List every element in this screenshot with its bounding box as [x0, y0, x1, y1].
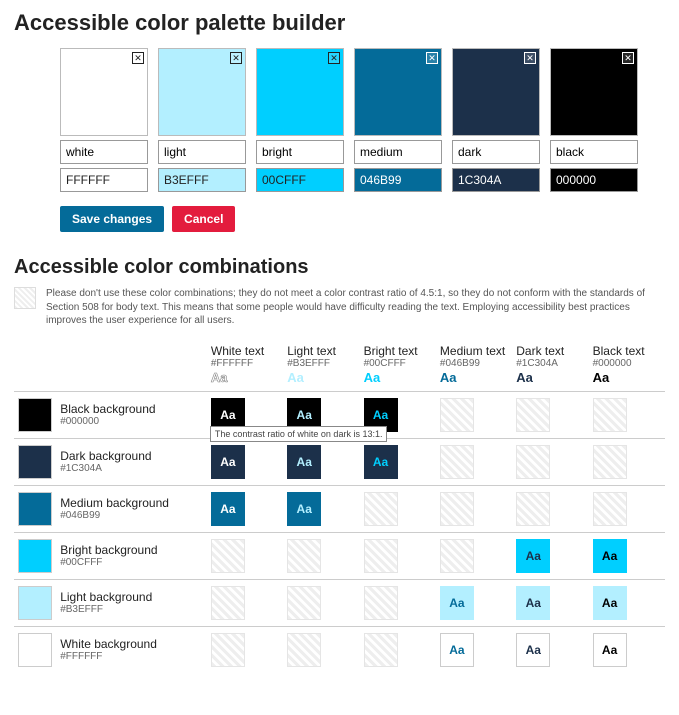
- close-icon[interactable]: ✕: [230, 52, 242, 64]
- combo-cell[interactable]: Aa: [593, 633, 627, 667]
- table-row: White background#FFFFFF Aa Aa Aa: [14, 626, 665, 673]
- combo-na-cell: [364, 633, 398, 667]
- row-swatch: [18, 586, 52, 620]
- combo-cell[interactable]: The contrast ratio of white on dark is 1…: [211, 445, 245, 479]
- swatch-hex-input[interactable]: [256, 168, 344, 192]
- row-swatch: [18, 539, 52, 573]
- swatch-name-input[interactable]: [354, 140, 442, 164]
- close-icon[interactable]: ✕: [426, 52, 438, 64]
- combo-cell[interactable]: Aa: [593, 539, 627, 573]
- table-row: Medium background#046B99AaAa: [14, 485, 665, 532]
- row-label: Dark background#1C304A: [56, 438, 207, 485]
- combo-na-cell: [364, 586, 398, 620]
- combo-cell[interactable]: Aa: [287, 445, 321, 479]
- combo-cell[interactable]: Aa: [440, 586, 474, 620]
- not-applicable-icon: [14, 287, 36, 309]
- combo-na-cell: [364, 539, 398, 573]
- swatch-hex-input[interactable]: [158, 168, 246, 192]
- combo-cell[interactable]: Aa: [593, 586, 627, 620]
- swatch-name-input[interactable]: [550, 140, 638, 164]
- palette-swatch: ✕: [550, 48, 638, 192]
- combo-cell[interactable]: Aa: [364, 445, 398, 479]
- table-row: Dark background#1C304AThe contrast ratio…: [14, 438, 665, 485]
- combo-cell[interactable]: Aa: [440, 633, 474, 667]
- row-label: Bright background#00CFFF: [56, 532, 207, 579]
- swatch-color: ✕: [60, 48, 148, 136]
- contrast-tooltip: The contrast ratio of white on dark is 1…: [210, 426, 388, 442]
- combo-cell[interactable]: Aa: [287, 492, 321, 526]
- swatch-name-input[interactable]: [158, 140, 246, 164]
- column-header: Light text#B3EFFFAa: [283, 338, 359, 392]
- save-button[interactable]: Save changes: [60, 206, 164, 232]
- swatch-hex-input[interactable]: [550, 168, 638, 192]
- combo-na-cell: [211, 539, 245, 573]
- combinations-table: White text#FFFFFFAaLight text#B3EFFFAaBr…: [14, 338, 665, 673]
- column-header: Dark text#1C304AAa: [512, 338, 588, 392]
- combo-na-cell: [440, 492, 474, 526]
- row-label: White background#FFFFFF: [56, 626, 207, 673]
- row-swatch: [18, 398, 52, 432]
- combo-na-cell: [287, 586, 321, 620]
- palette-swatch: ✕: [354, 48, 442, 192]
- swatch-color: ✕: [158, 48, 246, 136]
- column-header: White text#FFFFFFAa: [207, 338, 283, 392]
- palette-swatch: ✕: [158, 48, 246, 192]
- combo-cell[interactable]: Aa: [516, 633, 550, 667]
- row-label: Medium background#046B99: [56, 485, 207, 532]
- combo-na-cell: [516, 492, 550, 526]
- accessibility-note-text: Please don't use these color combination…: [46, 287, 665, 328]
- row-swatch: [18, 633, 52, 667]
- combo-cell[interactable]: Aa: [516, 539, 550, 573]
- palette-row: ✕ ✕ ✕ ✕ ✕ ✕: [60, 48, 665, 192]
- swatch-color: ✕: [354, 48, 442, 136]
- swatch-hex-input[interactable]: [354, 168, 442, 192]
- row-swatch: [18, 492, 52, 526]
- close-icon[interactable]: ✕: [132, 52, 144, 64]
- combo-cell[interactable]: Aa: [516, 586, 550, 620]
- combo-na-cell: [516, 445, 550, 479]
- swatch-hex-input[interactable]: [452, 168, 540, 192]
- palette-swatch: ✕: [452, 48, 540, 192]
- swatch-hex-input[interactable]: [60, 168, 148, 192]
- column-header: Bright text#00CFFFAa: [360, 338, 436, 392]
- column-header: Black text#000000Aa: [589, 338, 665, 392]
- column-header: Medium text#046B99Aa: [436, 338, 512, 392]
- swatch-color: ✕: [256, 48, 344, 136]
- close-icon[interactable]: ✕: [524, 52, 536, 64]
- cancel-button[interactable]: Cancel: [172, 206, 235, 232]
- combo-na-cell: [593, 398, 627, 432]
- combo-na-cell: [440, 445, 474, 479]
- palette-swatch: ✕: [256, 48, 344, 192]
- combo-na-cell: [287, 539, 321, 573]
- accessibility-note: Please don't use these color combination…: [14, 287, 665, 328]
- row-label: Black background#000000: [56, 391, 207, 438]
- combo-na-cell: [593, 492, 627, 526]
- row-label: Light background#B3EFFF: [56, 579, 207, 626]
- table-row: Light background#B3EFFF Aa Aa Aa: [14, 579, 665, 626]
- combo-na-cell: [211, 586, 245, 620]
- combinations-title: Accessible color combinations: [14, 256, 665, 279]
- combo-cell[interactable]: Aa: [211, 492, 245, 526]
- table-row: Bright background#00CFFF Aa Aa: [14, 532, 665, 579]
- page-title: Accessible color palette builder: [14, 10, 665, 36]
- swatch-name-input[interactable]: [452, 140, 540, 164]
- swatch-color: ✕: [452, 48, 540, 136]
- swatch-color: ✕: [550, 48, 638, 136]
- combo-na-cell: [364, 492, 398, 526]
- palette-swatch: ✕: [60, 48, 148, 192]
- combo-na-cell: [593, 445, 627, 479]
- combo-na-cell: [440, 539, 474, 573]
- close-icon[interactable]: ✕: [328, 52, 340, 64]
- row-swatch: [18, 445, 52, 479]
- combo-na-cell: [516, 398, 550, 432]
- close-icon[interactable]: ✕: [622, 52, 634, 64]
- swatch-name-input[interactable]: [60, 140, 148, 164]
- combo-na-cell: [211, 633, 245, 667]
- combo-na-cell: [287, 633, 321, 667]
- combo-na-cell: [440, 398, 474, 432]
- swatch-name-input[interactable]: [256, 140, 344, 164]
